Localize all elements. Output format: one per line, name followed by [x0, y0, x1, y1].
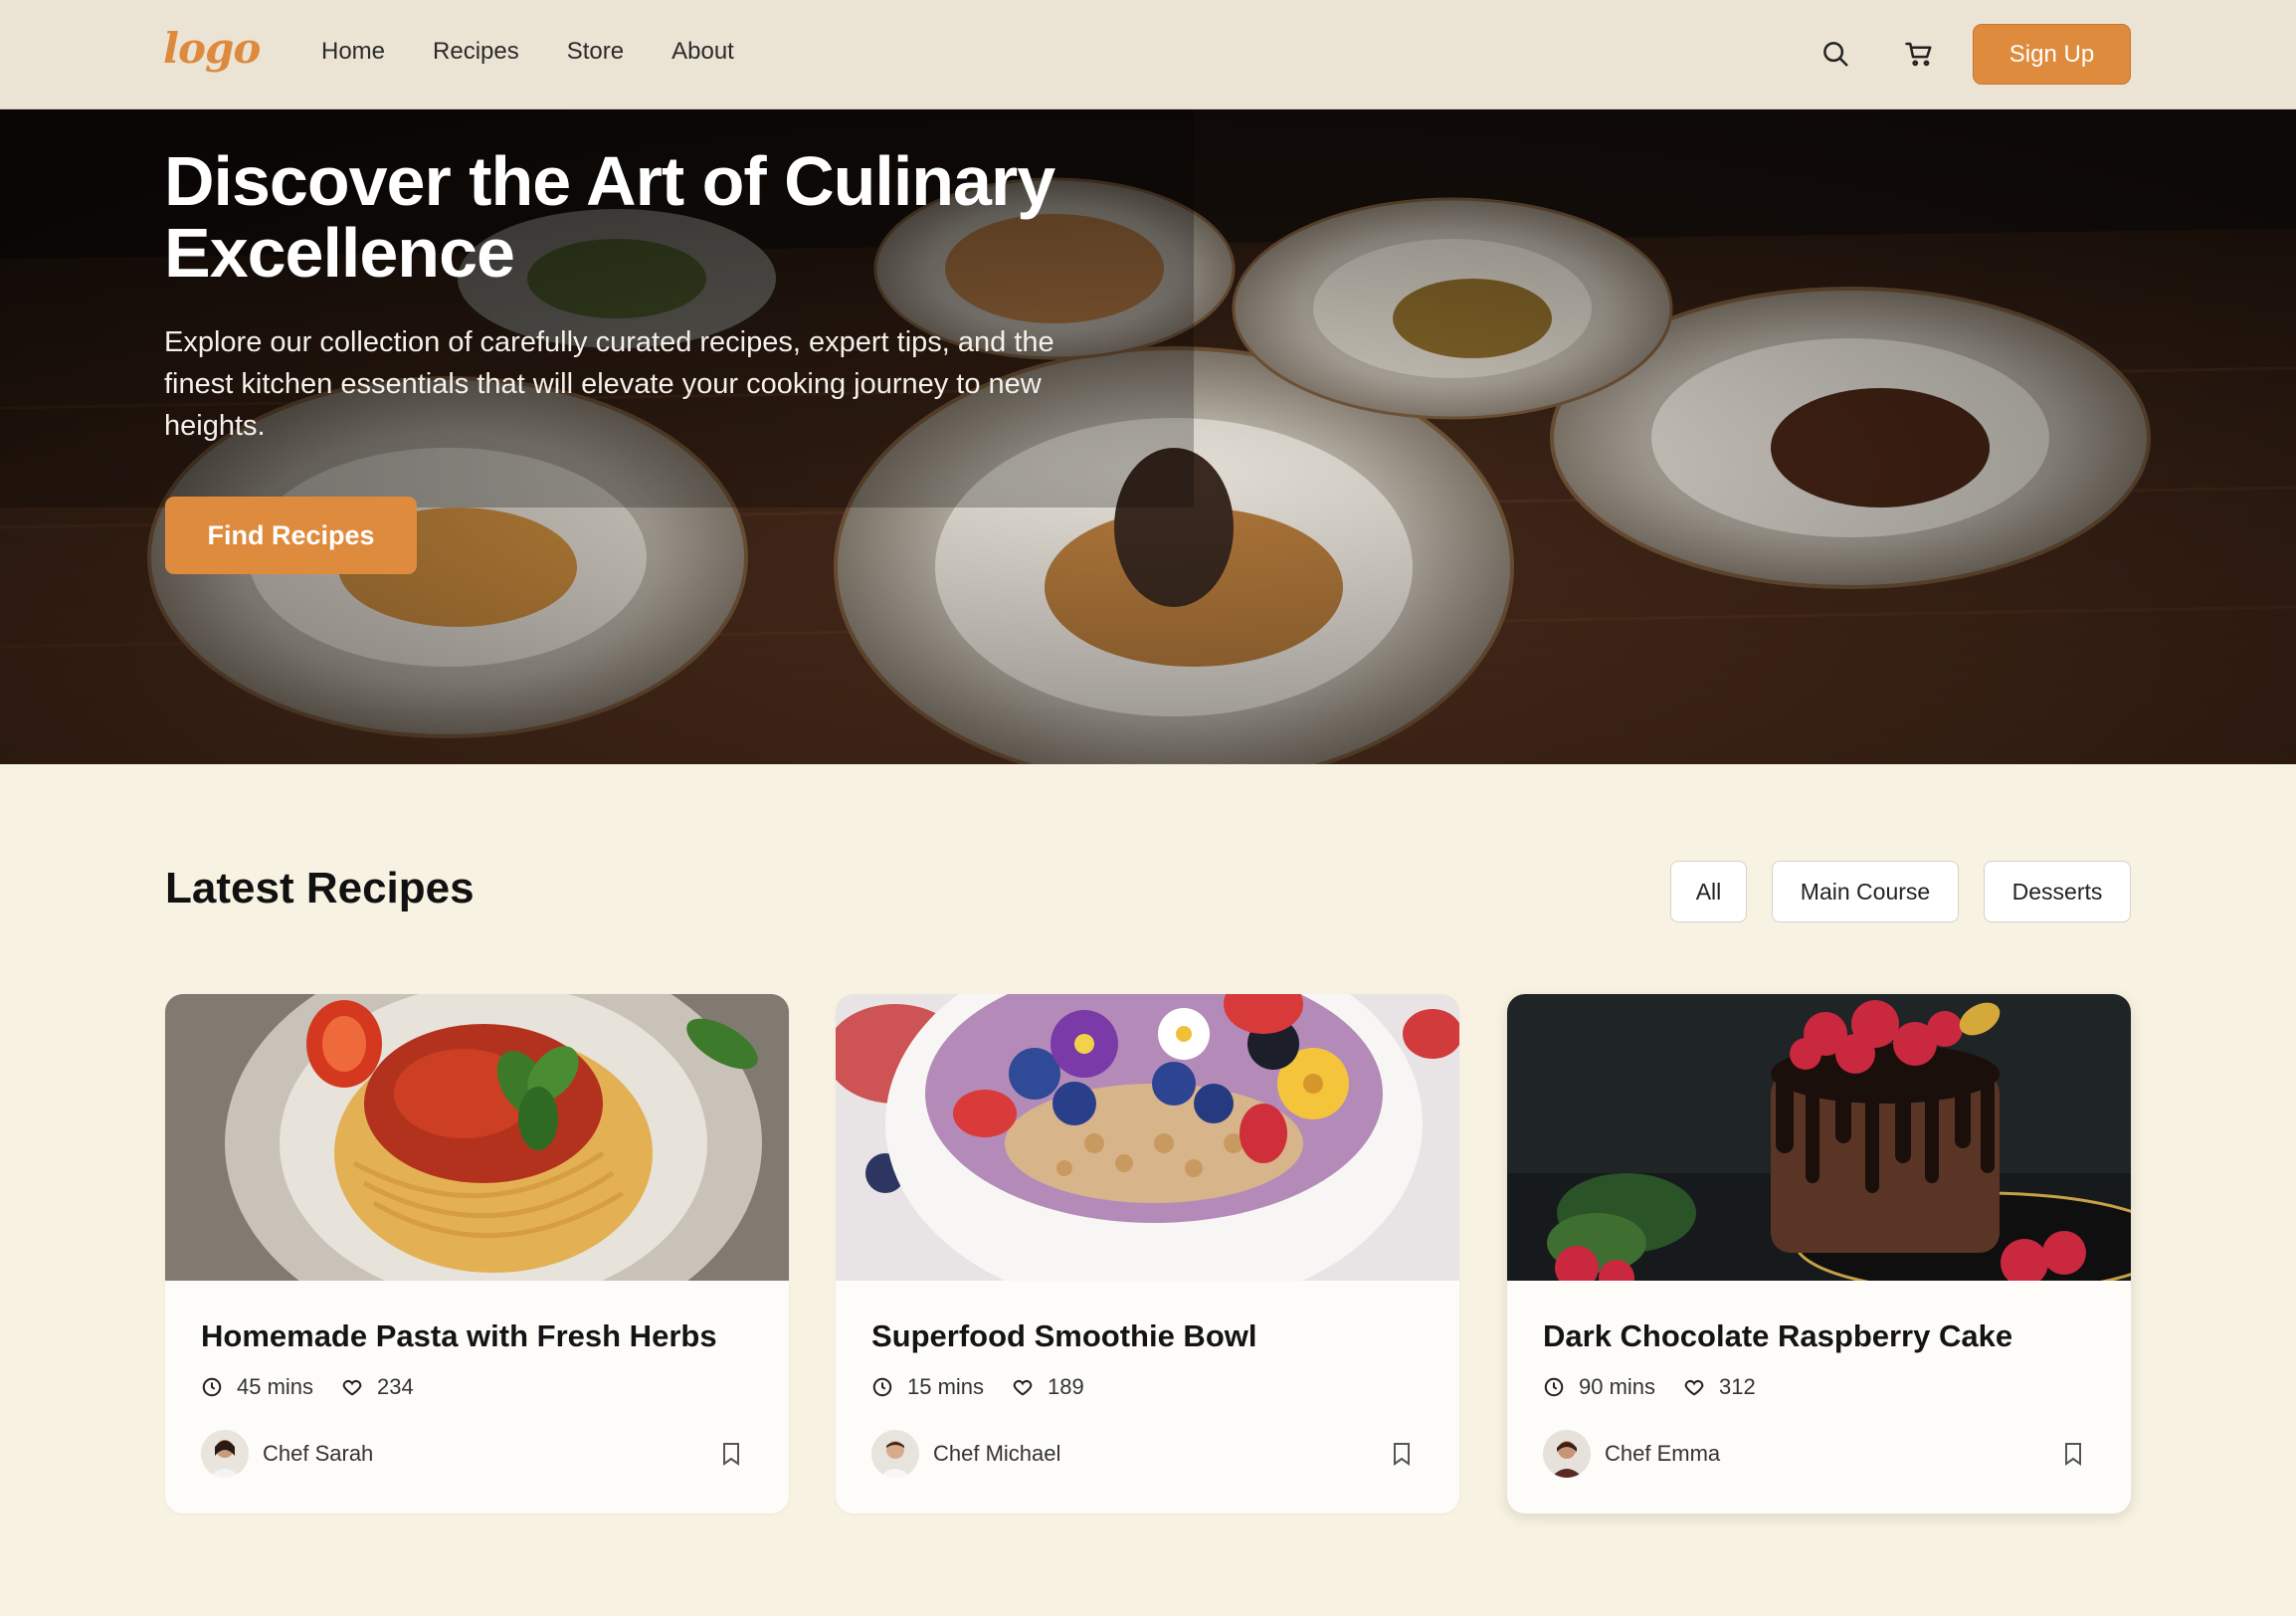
- bookmark-icon[interactable]: [1392, 1442, 1412, 1466]
- avatar: [1543, 1430, 1591, 1478]
- recipe-title[interactable]: Dark Chocolate Raspberry Cake: [1543, 1318, 2012, 1354]
- cart-icon[interactable]: [1901, 36, 1937, 72]
- search-icon[interactable]: [1818, 36, 1853, 72]
- sign-up-button[interactable]: Sign Up: [1973, 24, 2131, 85]
- heart-icon[interactable]: [341, 1376, 363, 1398]
- bookmark-icon[interactable]: [2063, 1442, 2083, 1466]
- recipe-image[interactable]: [1507, 994, 2131, 1281]
- recipe-card[interactable]: Homemade Pasta with Fresh Herbs 45 mins …: [165, 994, 789, 1514]
- chef-name: Chef Michael: [933, 1441, 1061, 1466]
- recipe-title[interactable]: Superfood Smoothie Bowl: [871, 1318, 1257, 1354]
- heart-icon[interactable]: [1012, 1376, 1034, 1398]
- bookmark-icon[interactable]: [721, 1442, 741, 1466]
- heart-icon[interactable]: [1683, 1376, 1705, 1398]
- hero-banner: Discover the Art of Culinary Excellence …: [0, 109, 2296, 764]
- filter-all-button[interactable]: All: [1670, 861, 1747, 922]
- nav-store-link[interactable]: Store: [567, 38, 624, 66]
- hero-description: Explore our collection of carefully cura…: [164, 326, 1054, 442]
- hero-title: Discover the Art of Culinary Excellence: [164, 142, 1055, 292]
- recipe-meta: 15 mins 189: [871, 1374, 1112, 1400]
- recipe-card[interactable]: Superfood Smoothie Bowl 15 mins 189 Chef…: [836, 994, 1459, 1514]
- avatar: [201, 1430, 249, 1478]
- nav-about-link[interactable]: About: [671, 38, 734, 66]
- recipe-author: Chef Emma: [1543, 1430, 1720, 1478]
- site-logo[interactable]: logo: [163, 24, 261, 73]
- clock-icon: [202, 1377, 222, 1397]
- nav-home-link[interactable]: Home: [321, 38, 385, 66]
- filter-main-course-button[interactable]: Main Course: [1772, 861, 1959, 922]
- recipe-likes: 189: [1048, 1374, 1084, 1399]
- find-recipes-button[interactable]: Find Recipes: [165, 497, 417, 574]
- nav-recipes-link[interactable]: Recipes: [433, 38, 519, 66]
- clock-icon: [872, 1377, 892, 1397]
- filter-desserts-button[interactable]: Desserts: [1984, 861, 2131, 922]
- chef-name: Chef Sarah: [263, 1441, 374, 1466]
- main-nav: Home Recipes Store About: [321, 38, 734, 66]
- recipe-image[interactable]: [165, 994, 789, 1281]
- recipe-image[interactable]: [836, 994, 1459, 1281]
- recipe-time: 15 mins: [907, 1374, 985, 1399]
- recipe-time: 90 mins: [1579, 1374, 1656, 1399]
- recipe-title[interactable]: Homemade Pasta with Fresh Herbs: [201, 1318, 717, 1354]
- chef-name: Chef Emma: [1605, 1441, 1721, 1466]
- avatar: [871, 1430, 919, 1478]
- clock-icon: [1544, 1377, 1564, 1397]
- recipe-likes: 312: [1719, 1374, 1756, 1399]
- recipe-meta: 90 mins 312: [1543, 1374, 1784, 1400]
- recipe-time: 45 mins: [237, 1374, 314, 1399]
- recipe-card[interactable]: Dark Chocolate Raspberry Cake 90 mins 31…: [1507, 994, 2131, 1514]
- recipe-meta: 45 mins 234: [201, 1374, 442, 1400]
- latest-recipes-heading: Latest Recipes: [165, 864, 475, 912]
- recipe-author: Chef Michael: [871, 1430, 1060, 1478]
- recipe-likes: 234: [377, 1374, 414, 1399]
- top-navbar: logo Home Recipes Store About Sign Up: [0, 0, 2296, 109]
- recipe-author: Chef Sarah: [201, 1430, 373, 1478]
